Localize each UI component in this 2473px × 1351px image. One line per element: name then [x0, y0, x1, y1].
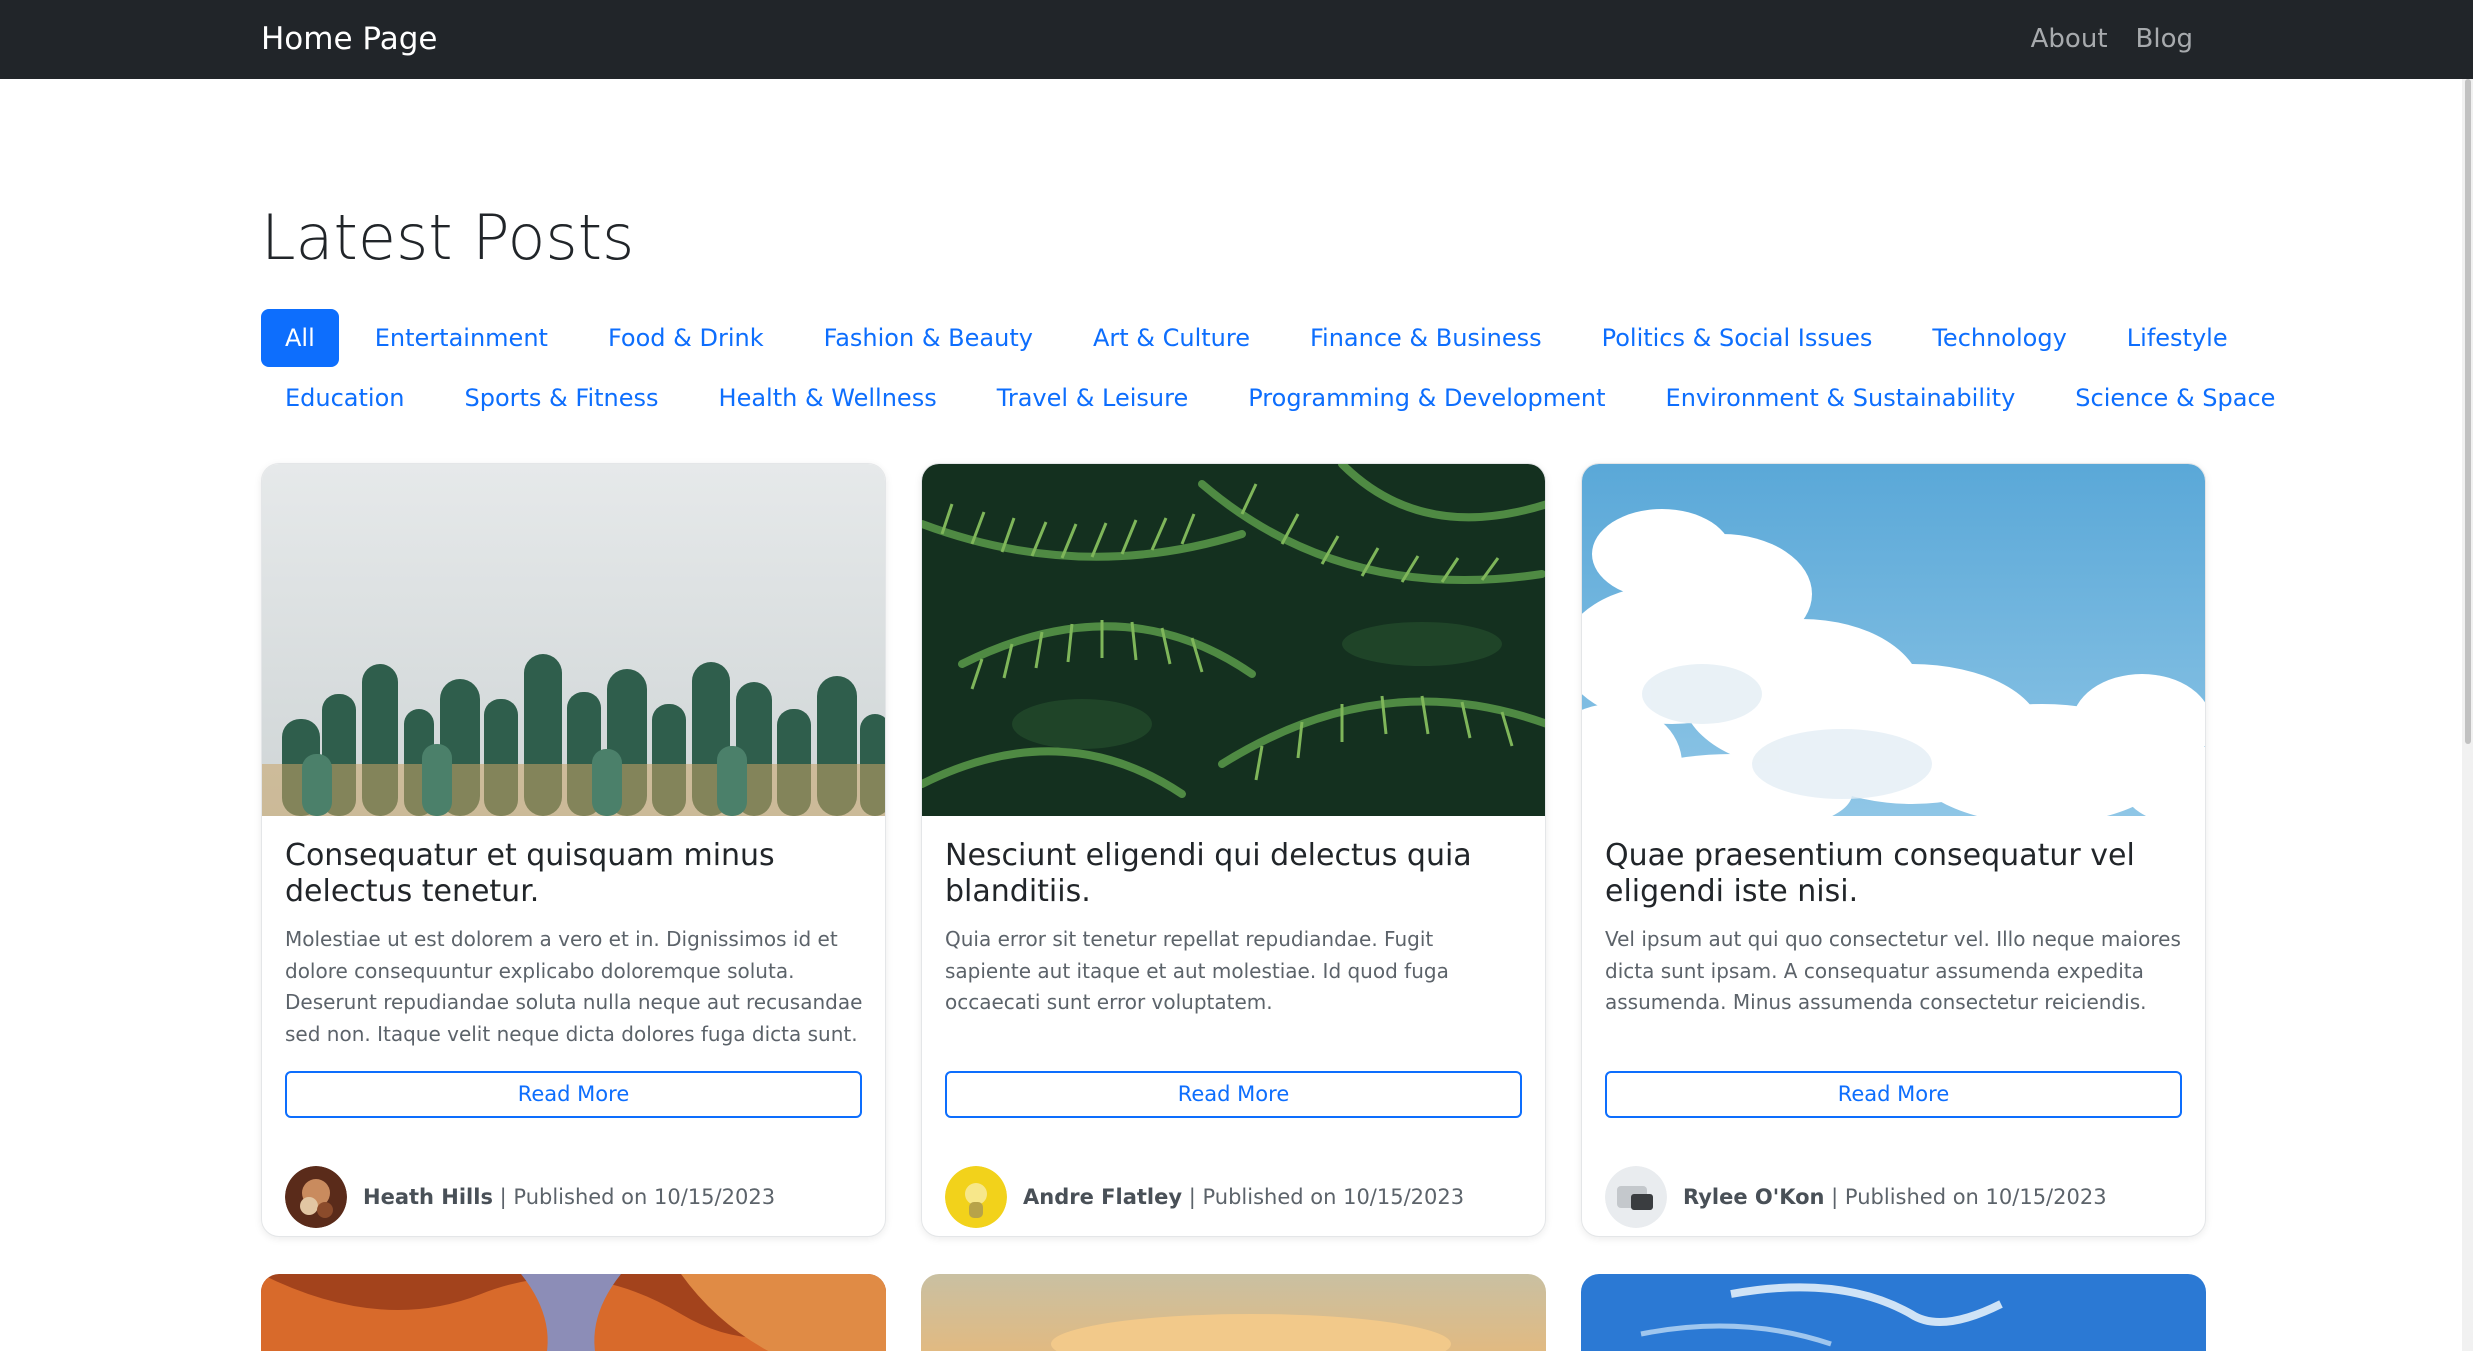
published-date: | Published on 10/15/2023	[1831, 1185, 2107, 1209]
post-image-palm-leaves[interactable]	[922, 464, 1546, 816]
post-card: Nesciunt eligendi qui delectus quia blan…	[921, 463, 1546, 1237]
filter-entertainment[interactable]: Entertainment	[351, 309, 572, 367]
nav-links: About Blog	[2031, 22, 2193, 56]
post-title[interactable]: Consequatur et quisquam minus delectus t…	[285, 838, 865, 910]
navbar: Home Page About Blog	[0, 0, 2473, 79]
post-excerpt: Quia error sit tenetur repellat repudian…	[945, 927, 1449, 1014]
filter-environment-sustainability[interactable]: Environment & Sustainability	[1642, 369, 2040, 427]
post-card-partial[interactable]	[261, 1274, 886, 1351]
filter-row: All Entertainment Food & Drink Fashion &…	[261, 308, 2228, 368]
post-excerpt: Molestiae ut est dolorem a vero et in. D…	[285, 927, 863, 1046]
post-card: Consequatur et quisquam minus delectus t…	[261, 463, 886, 1237]
filter-row: Education Sports & Fitness Health & Well…	[261, 368, 2275, 428]
post-image-blue-sky	[1581, 1274, 2206, 1351]
brand-link[interactable]: Home Page	[261, 20, 437, 58]
filter-education[interactable]: Education	[261, 369, 428, 427]
filter-sports-fitness[interactable]: Sports & Fitness	[440, 369, 682, 427]
published-date: | Published on 10/15/2023	[499, 1185, 776, 1209]
post-image-cactus[interactable]	[262, 464, 886, 816]
published-date: | Published on 10/15/2023	[1188, 1185, 1465, 1209]
post-excerpt: Vel ipsum aut qui quo consectetur vel. I…	[1605, 927, 2181, 1014]
post-image-clouds[interactable]	[1582, 464, 2206, 816]
post-author: Heath Hills | Published on 10/15/2023	[285, 1166, 775, 1228]
read-more-button[interactable]: Read More	[285, 1071, 862, 1118]
post-card-partial[interactable]	[1581, 1274, 2206, 1351]
post-title[interactable]: Quae praesentium consequatur vel eligend…	[1605, 838, 2185, 910]
filter-health-wellness[interactable]: Health & Wellness	[695, 369, 961, 427]
filter-lifestyle[interactable]: Lifestyle	[2103, 309, 2252, 367]
scrollbar-thumb[interactable]	[2465, 79, 2471, 744]
author-avatar	[945, 1166, 1007, 1228]
filter-food-drink[interactable]: Food & Drink	[584, 309, 788, 367]
filter-fashion-beauty[interactable]: Fashion & Beauty	[800, 309, 1057, 367]
author-name: Andre Flatley	[1023, 1185, 1183, 1209]
nav-link-blog[interactable]: Blog	[2136, 22, 2193, 56]
filter-science-space[interactable]: Science & Space	[2051, 369, 2299, 427]
read-more-button[interactable]: Read More	[1605, 1071, 2182, 1118]
post-author: Rylee O'Kon | Published on 10/15/2023	[1605, 1166, 2107, 1228]
post-image-sunset	[921, 1274, 1546, 1351]
filter-art-culture[interactable]: Art & Culture	[1069, 309, 1274, 367]
filter-technology[interactable]: Technology	[1908, 309, 2090, 367]
read-more-button[interactable]: Read More	[945, 1071, 1522, 1118]
author-avatar	[285, 1166, 347, 1228]
post-card: Quae praesentium consequatur vel eligend…	[1581, 463, 2206, 1237]
filter-programming-development[interactable]: Programming & Development	[1224, 369, 1629, 427]
post-image-canyon	[261, 1274, 886, 1351]
filter-finance-business[interactable]: Finance & Business	[1286, 309, 1566, 367]
filter-politics-social-issues[interactable]: Politics & Social Issues	[1578, 309, 1897, 367]
category-filters: All Entertainment Food & Drink Fashion &…	[261, 308, 2275, 428]
nav-link-about[interactable]: About	[2031, 22, 2108, 56]
filter-travel-leisure[interactable]: Travel & Leisure	[973, 369, 1213, 427]
author-name: Heath Hills	[363, 1185, 493, 1209]
author-avatar	[1605, 1166, 1667, 1228]
post-card-partial[interactable]	[921, 1274, 1546, 1351]
post-title[interactable]: Nesciunt eligendi qui delectus quia blan…	[945, 838, 1525, 910]
filter-all[interactable]: All	[261, 309, 339, 367]
post-author: Andre Flatley | Published on 10/15/2023	[945, 1166, 1464, 1228]
page-title: Latest Posts	[261, 201, 635, 274]
author-name: Rylee O'Kon	[1683, 1185, 1825, 1209]
